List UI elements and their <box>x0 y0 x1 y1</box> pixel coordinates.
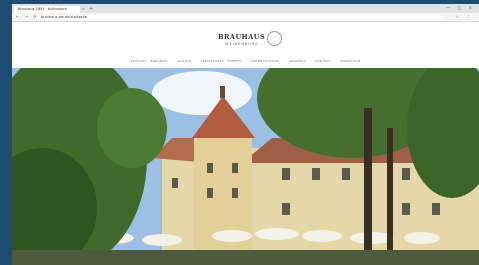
nav-item[interactable]: GASTRO <box>177 59 191 63</box>
browser-tab[interactable]: Brauhaus 1851 · Kulinarisch <box>14 6 80 13</box>
tab-title: Brauhaus 1851 · Kulinarisch <box>18 7 67 11</box>
toolbar-icons[interactable]: ☆ ⋮ <box>455 13 473 21</box>
window-controls[interactable]: — □ × <box>446 4 475 12</box>
browser-toolbar: ← → ⟳ brauhaus-wb.de/startseite ☆ ⋮ <box>12 13 479 22</box>
logo-subtitle: WEIßENBURG <box>225 42 259 46</box>
nav-item[interactable]: SCHLOSS · BRAUEREI <box>131 59 168 63</box>
castle-courtyard-illustration <box>12 68 479 265</box>
nav-item[interactable]: ÜBERNACHTUNG <box>251 59 280 63</box>
logo-seal-icon <box>267 31 282 46</box>
logo-title: BRAUHAUS <box>218 33 266 41</box>
new-tab-button[interactable]: + <box>89 6 93 13</box>
browser-window: Brauhaus 1851 · Kulinarisch × + — □ × ← … <box>12 4 479 265</box>
hero-image <box>12 68 479 265</box>
nav-item[interactable]: KONTAKT <box>315 59 331 63</box>
nav-item[interactable]: ANGEBOT <box>289 59 306 63</box>
site-logo[interactable]: BRAUHAUS WEIßENBURG <box>218 30 288 50</box>
main-navigation: SCHLOSS · BRAUEREI GASTRO SPEISEKARTE · … <box>12 59 479 63</box>
site-header: BRAUHAUS WEIßENBURG SCHLOSS · BRAUEREI G… <box>12 22 479 68</box>
tab-bar: Brauhaus 1851 · Kulinarisch × + — □ × <box>12 4 479 13</box>
nav-item[interactable]: IMPRESSUM <box>340 59 361 63</box>
nav-item[interactable]: SPEISEKARTE · EVENTS <box>201 59 242 63</box>
tab-close-icon[interactable]: × <box>82 6 85 13</box>
address-bar[interactable]: brauhaus-wb.de/startseite <box>36 14 441 20</box>
